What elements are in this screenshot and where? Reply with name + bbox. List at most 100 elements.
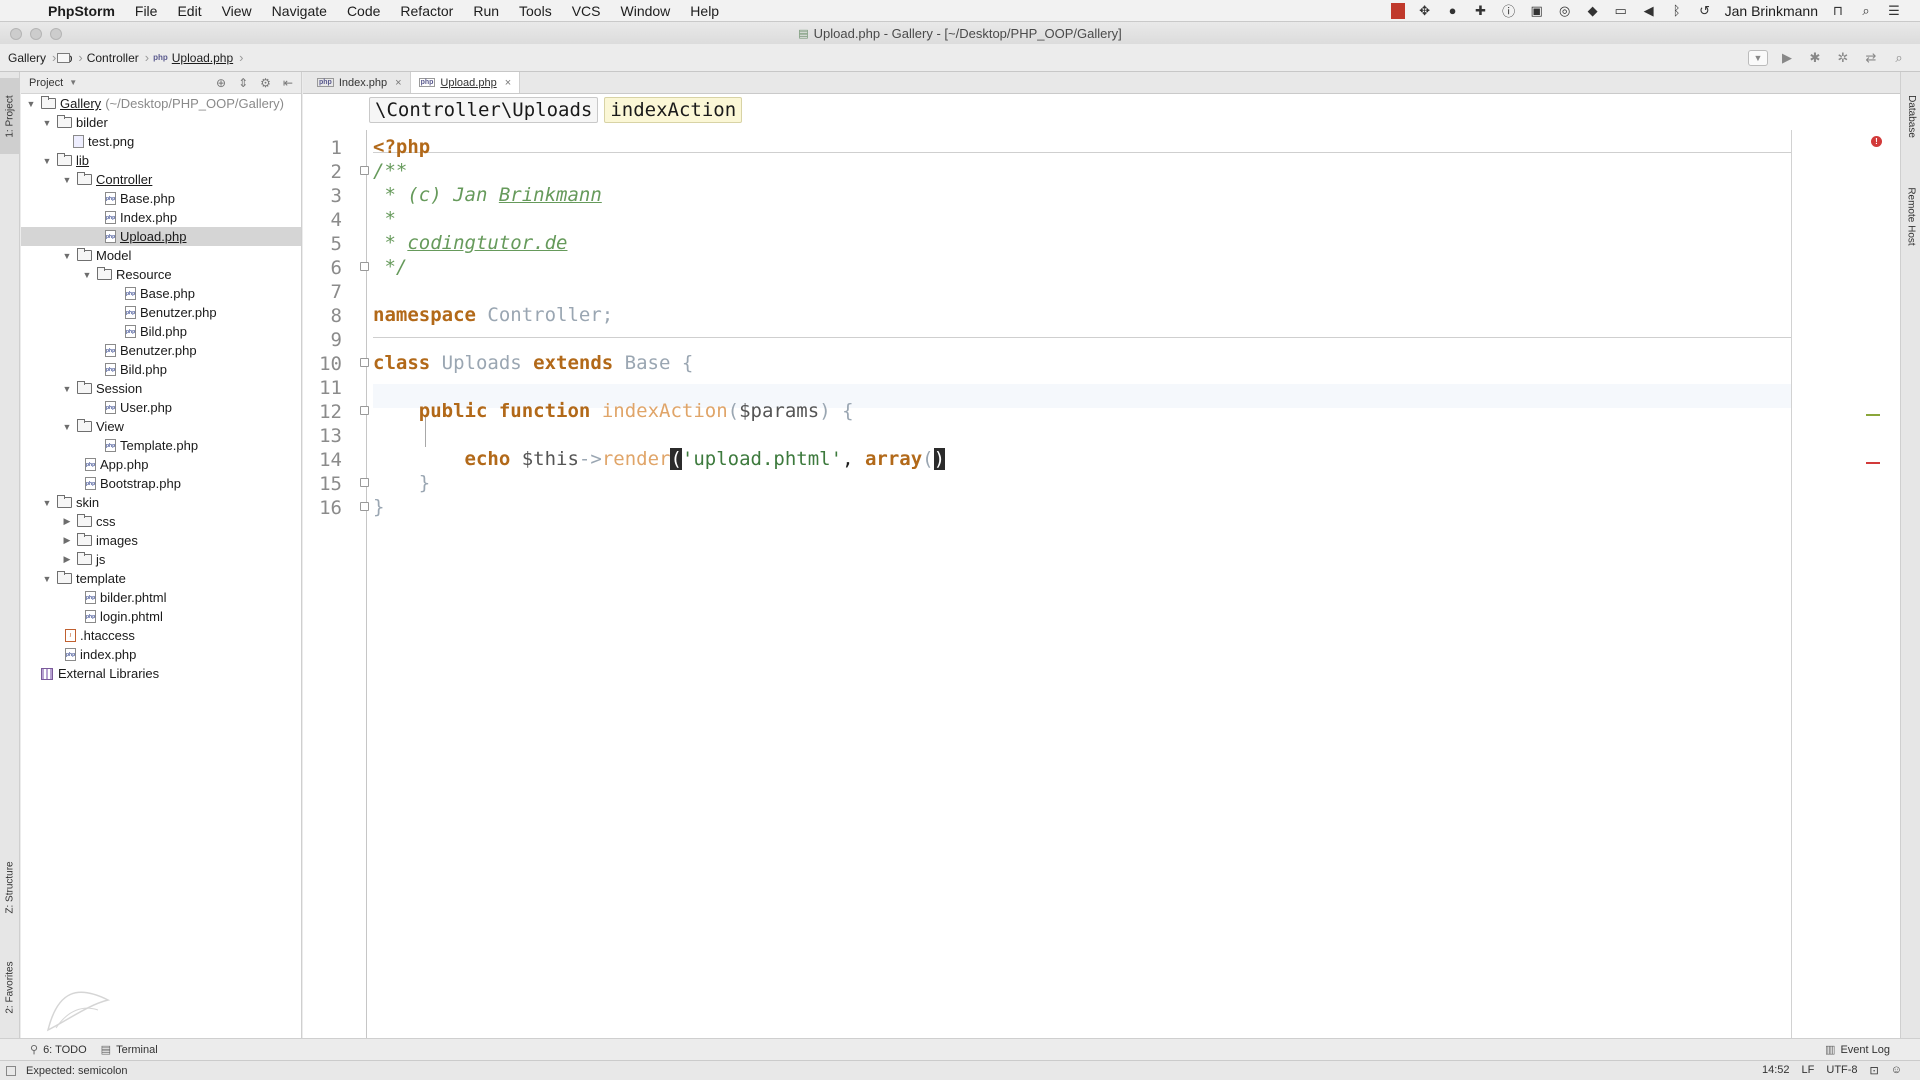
close-icon[interactable]: ×: [395, 77, 401, 89]
tree-item-model[interactable]: ▼ Model: [21, 246, 301, 265]
menu-file[interactable]: File: [125, 0, 168, 22]
menu-window[interactable]: Window: [611, 0, 681, 22]
menu-edit[interactable]: Edit: [167, 0, 211, 22]
tree-item-model-benutzer-php[interactable]: php Benutzer.php: [21, 341, 301, 360]
tab-upload-php[interactable]: php Upload.php ×: [410, 72, 521, 93]
breadcrumb-controller[interactable]: Controller ›: [57, 50, 149, 65]
fold-marker-icon[interactable]: [360, 502, 369, 511]
tree-item-test-png[interactable]: test.png: [21, 132, 301, 151]
error-stripe[interactable]: !: [1792, 130, 1900, 1038]
volume-icon[interactable]: ◀: [1641, 3, 1657, 19]
terminal-tool-button[interactable]: ▤ Terminal: [101, 1043, 158, 1057]
elephant-icon[interactable]: ◆: [1585, 3, 1601, 19]
favorites-tool-tab[interactable]: 2: Favorites: [0, 942, 20, 1032]
scroll-from-source-icon[interactable]: ⊕: [216, 76, 226, 90]
expand-arrow-icon[interactable]: ▼: [25, 99, 37, 109]
tree-item-bootstrap-php[interactable]: php Bootstrap.php: [21, 474, 301, 493]
tree-item-bilder-phtml[interactable]: php bilder.phtml: [21, 588, 301, 607]
database-tool-tab[interactable]: Database: [1901, 78, 1920, 154]
evernote-icon[interactable]: ●: [1445, 3, 1461, 19]
creative-cloud-icon[interactable]: ◎: [1557, 3, 1573, 19]
tree-item-app-php[interactable]: php App.php: [21, 455, 301, 474]
remote-host-tool-tab[interactable]: Remote Host: [1901, 168, 1920, 264]
spotlight-icon[interactable]: ⌕: [1858, 3, 1874, 19]
menu-tools[interactable]: Tools: [509, 0, 562, 22]
inspector-icon[interactable]: ☺: [1891, 1064, 1902, 1077]
tree-item-base-php[interactable]: php Base.php: [21, 189, 301, 208]
file-encoding[interactable]: UTF-8: [1826, 1064, 1857, 1077]
collapse-all-icon[interactable]: ⇕: [238, 76, 248, 90]
time-machine-icon[interactable]: ↺: [1697, 3, 1713, 19]
tree-item-resource-base-php[interactable]: php Base.php: [21, 284, 301, 303]
expand-arrow-icon[interactable]: ▼: [41, 118, 53, 128]
todo-tool-button[interactable]: ⚲ 6: TODO: [30, 1043, 87, 1057]
expand-arrow-icon[interactable]: ▼: [41, 498, 53, 508]
tree-item-view[interactable]: ▼ View: [21, 417, 301, 436]
breadcrumb-method[interactable]: indexAction: [604, 96, 743, 123]
expand-arrow-icon[interactable]: ▼: [61, 384, 73, 394]
tree-item-index-php[interactable]: php Index.php: [21, 208, 301, 227]
expand-arrow-icon[interactable]: ▼: [61, 175, 73, 185]
coverage-icon[interactable]: ✲: [1834, 49, 1852, 67]
error-marker[interactable]: [1866, 462, 1880, 464]
dropbox-icon[interactable]: ✥: [1417, 3, 1433, 19]
error-indicator-icon[interactable]: !: [1871, 136, 1882, 147]
tree-item-model-bild-php[interactable]: php Bild.php: [21, 360, 301, 379]
app-icon[interactable]: ▣: [1529, 3, 1545, 19]
collapse-arrow-icon[interactable]: ▶: [61, 516, 73, 527]
menu-view[interactable]: View: [212, 0, 262, 22]
tree-item-bilder[interactable]: ▼ bilder: [21, 113, 301, 132]
tree-item-js[interactable]: ▶ js: [21, 550, 301, 569]
hide-panel-icon[interactable]: ⇤: [283, 76, 293, 90]
user-name[interactable]: Jan Brinkmann: [1725, 3, 1818, 19]
tree-item-images[interactable]: ▶ images: [21, 531, 301, 550]
event-log-button[interactable]: ▥ Event Log: [1825, 1043, 1890, 1057]
tree-item-external-libraries[interactable]: External Libraries: [21, 664, 301, 683]
tree-item-resource-bild-php[interactable]: php Bild.php: [21, 322, 301, 341]
debug-icon[interactable]: ✱: [1806, 49, 1824, 67]
notifications-icon[interactable]: ☰: [1886, 3, 1902, 19]
menu-app[interactable]: PhpStorm: [38, 0, 125, 22]
tree-item-controller[interactable]: ▼ Controller: [21, 170, 301, 189]
project-view-selector[interactable]: Project: [29, 77, 63, 89]
fold-marker-icon[interactable]: [360, 166, 369, 175]
tree-item-skin[interactable]: ▼ skin: [21, 493, 301, 512]
tree-item-resource-benutzer-php[interactable]: php Benutzer.php: [21, 303, 301, 322]
run-icon[interactable]: ▶: [1778, 49, 1796, 67]
tree-item-session[interactable]: ▼ Session: [21, 379, 301, 398]
tree-item-template[interactable]: ▼ template: [21, 569, 301, 588]
tree-item-gallery[interactable]: ▼ Gallery (~/Desktop/PHP_OOP/Gallery): [21, 94, 301, 113]
tree-item-template-php[interactable]: php Template.php: [21, 436, 301, 455]
expand-arrow-icon[interactable]: ▼: [41, 574, 53, 584]
breadcrumb-gallery[interactable]: Gallery ›: [8, 50, 70, 65]
minimize-window-button[interactable]: [30, 28, 42, 40]
tree-item-htaccess[interactable]: / .htaccess: [21, 626, 301, 645]
run-config-dropdown[interactable]: ▼: [1748, 49, 1768, 66]
bluetooth-icon[interactable]: ᛒ: [1669, 3, 1685, 19]
caret-position[interactable]: 14:52: [1762, 1064, 1790, 1077]
fold-marker-icon[interactable]: [360, 478, 369, 487]
plus-icon[interactable]: ✚: [1473, 3, 1489, 19]
menu-help[interactable]: Help: [680, 0, 729, 22]
zoom-window-button[interactable]: [50, 28, 62, 40]
tree-item-upload-php[interactable]: php Upload.php: [21, 227, 301, 246]
menu-navigate[interactable]: Navigate: [262, 0, 337, 22]
expand-arrow-icon[interactable]: ▼: [61, 251, 73, 261]
lock-icon[interactable]: ⊓: [1830, 3, 1846, 19]
toggle-tool-windows-icon[interactable]: [6, 1065, 16, 1076]
fold-marker-icon[interactable]: [360, 406, 369, 415]
project-tool-tab[interactable]: 1: Project: [0, 78, 20, 154]
gear-icon[interactable]: ⚙: [260, 76, 271, 90]
tree-item-lib[interactable]: ▼ lib: [21, 151, 301, 170]
breadcrumb-class[interactable]: \Controller\Uploads: [369, 96, 599, 123]
tree-item-user-php[interactable]: php User.php: [21, 398, 301, 417]
fold-marker-icon[interactable]: [360, 262, 369, 271]
menu-run[interactable]: Run: [463, 0, 509, 22]
close-icon[interactable]: ×: [505, 77, 511, 89]
tree-item-css[interactable]: ▶ css: [21, 512, 301, 531]
close-window-button[interactable]: [10, 28, 22, 40]
expand-arrow-icon[interactable]: ▼: [41, 156, 53, 166]
line-separator[interactable]: LF: [1802, 1064, 1815, 1077]
record-icon[interactable]: [1390, 2, 1405, 19]
sync-icon[interactable]: ⇄: [1862, 49, 1880, 67]
